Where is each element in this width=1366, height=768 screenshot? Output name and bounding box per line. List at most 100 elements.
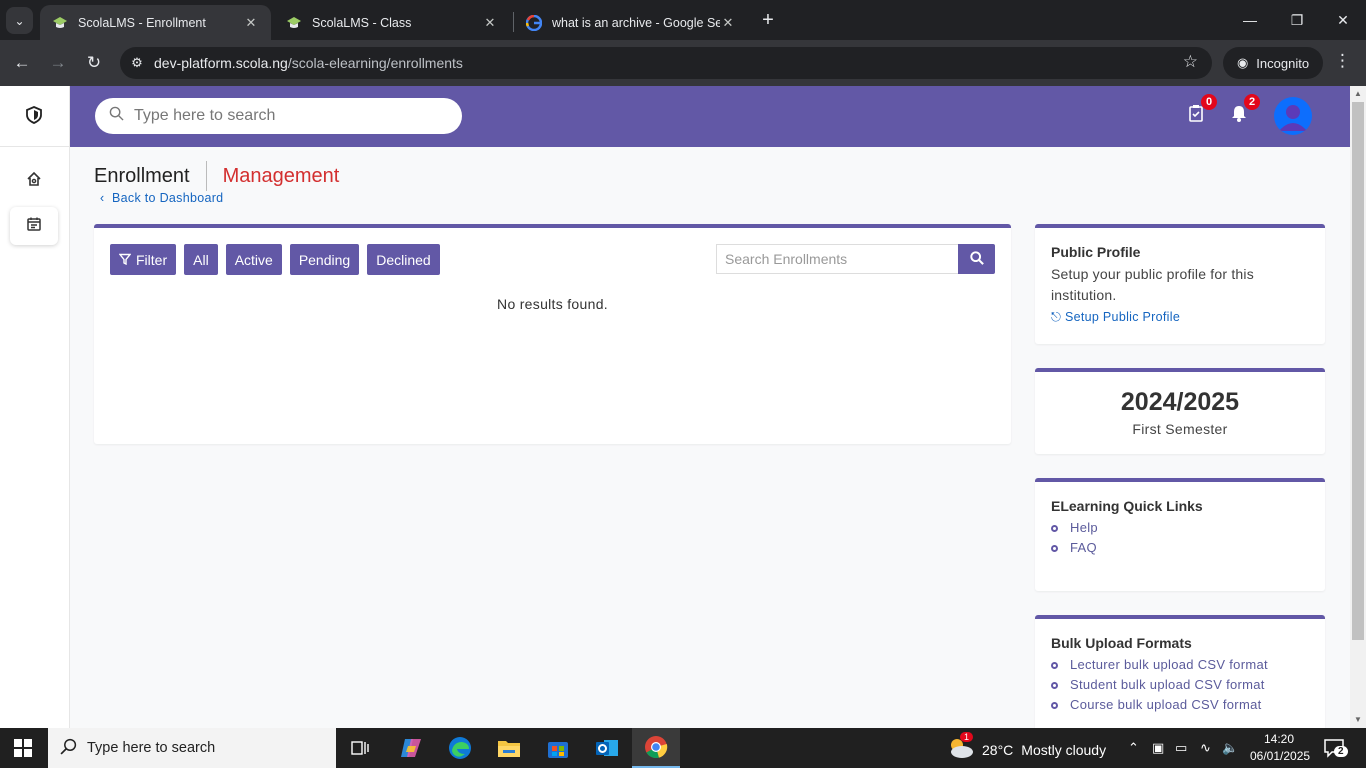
- weather-alert-badge: 1: [960, 732, 974, 742]
- session-year: 2024/2025: [1120, 388, 1240, 416]
- bulk-upload-list: Lecturer bulk upload CSV format Student …: [1051, 655, 1309, 715]
- empty-state-message: No results found.: [497, 296, 608, 312]
- enrollments-search-button[interactable]: [958, 244, 995, 274]
- session-term: First Semester: [1132, 421, 1228, 437]
- tab-google-search[interactable]: what is an archive - Google Search ✕: [514, 5, 748, 40]
- app-sidebar: [0, 86, 70, 728]
- tasks-button[interactable]: 0: [1185, 94, 1217, 126]
- course-csv-link[interactable]: Course bulk upload CSV format: [1051, 695, 1309, 715]
- sidebar-item-home[interactable]: [10, 162, 58, 200]
- scrollbar-thumb[interactable]: [1352, 102, 1364, 640]
- bullet-icon: [1051, 681, 1058, 689]
- close-icon[interactable]: ✕: [243, 15, 259, 31]
- quick-link-faq[interactable]: FAQ: [1051, 538, 1309, 558]
- browser-toolbar: ← → ↻ ⚙ dev-platform.scola.ng/scola-elea…: [0, 40, 1366, 86]
- filter-pending-button[interactable]: Pending: [289, 244, 360, 275]
- lecturer-csv-link[interactable]: Lecturer bulk upload CSV format: [1051, 655, 1309, 675]
- chevron-down-icon: ⌄: [14, 13, 25, 28]
- close-window-button[interactable]: ✕: [1331, 8, 1355, 32]
- weather-temperature: 28°C: [982, 741, 1014, 758]
- browser-menu-icon[interactable]: ⋮: [1334, 51, 1351, 71]
- copilot-icon[interactable]: [397, 734, 425, 762]
- filter-active-button[interactable]: Active: [225, 244, 282, 275]
- page-viewport: 0 2 Enrollment Management ‹ Back to Dash…: [0, 86, 1366, 728]
- filter-button[interactable]: Filter: [110, 244, 177, 275]
- notification-center-icon[interactable]: 2: [1324, 738, 1348, 761]
- bookmark-star-icon[interactable]: ☆: [1183, 52, 1198, 72]
- tab-enrollment[interactable]: ScolaLMS - Enrollment ✕: [40, 5, 271, 40]
- main-content: Enrollment Management ‹ Back to Dashboar…: [70, 147, 1350, 728]
- filter-funnel-icon: [118, 252, 132, 268]
- quick-links-card: ELearning Quick Links Help FAQ: [1035, 478, 1325, 591]
- new-tab-button[interactable]: +: [758, 10, 778, 30]
- back-button[interactable]: ←: [10, 51, 34, 75]
- calendar-icon: [26, 216, 42, 236]
- search-icon: [60, 738, 77, 759]
- quick-links-heading: ELearning Quick Links: [1051, 498, 1203, 514]
- student-csv-link[interactable]: Student bulk upload CSV format: [1051, 675, 1309, 695]
- notification-count-badge: 2: [1334, 746, 1348, 757]
- windows-start-icon[interactable]: [14, 739, 32, 757]
- clock-time: 14:20: [1263, 732, 1295, 746]
- bulk-upload-card: Bulk Upload Formats Lecturer bulk upload…: [1035, 615, 1325, 728]
- address-bar[interactable]: ⚙ dev-platform.scola.ng/scola-elearning/…: [120, 47, 1212, 79]
- incognito-badge[interactable]: ◉ Incognito: [1223, 47, 1323, 79]
- incognito-label: Incognito: [1256, 55, 1310, 71]
- notifications-badge: 2: [1244, 94, 1260, 110]
- volume-icon[interactable]: 🔈: [1222, 740, 1238, 756]
- global-search[interactable]: [95, 98, 462, 134]
- quick-link-help[interactable]: Help: [1051, 518, 1309, 538]
- scroll-down-arrow-icon[interactable]: ▼: [1350, 712, 1366, 728]
- enrollments-card: Filter All Active Pending Declined Searc…: [94, 224, 1011, 444]
- site-settings-icon[interactable]: ⚙: [120, 55, 154, 71]
- edge-icon[interactable]: [446, 734, 474, 762]
- url-text: dev-platform.scola.ng/scola-elearning/en…: [154, 55, 463, 71]
- file-explorer-icon[interactable]: [495, 734, 523, 762]
- sidebar-item-enrollment[interactable]: [10, 207, 58, 245]
- setup-public-profile-link[interactable]: ⎋ Setup Public Profile: [1051, 310, 1309, 325]
- browser-tab-strip: ⌄ ScolaLMS - Enrollment ✕ ScolaLMS - Cla…: [0, 0, 1366, 40]
- filter-all-button[interactable]: All: [184, 244, 218, 275]
- scola-favicon-icon: [52, 15, 68, 31]
- windows-taskbar: Type here to search 1 28°C Mostly cloudy…: [0, 728, 1366, 768]
- taskbar-search[interactable]: Type here to search: [48, 728, 336, 768]
- clipboard-check-icon: [1188, 105, 1204, 126]
- filter-declined-button[interactable]: Declined: [367, 244, 440, 275]
- close-icon[interactable]: ✕: [720, 15, 736, 31]
- scroll-up-arrow-icon[interactable]: ▲: [1350, 86, 1366, 102]
- reload-button[interactable]: ↻: [82, 51, 106, 75]
- battery-icon[interactable]: ▭: [1175, 740, 1187, 756]
- system-clock[interactable]: 14:20 06/01/2025: [1250, 731, 1311, 765]
- global-search-input[interactable]: [134, 107, 444, 125]
- enrollments-search-input[interactable]: Search Enrollments: [716, 244, 959, 274]
- page-title-secondary: Management: [222, 164, 340, 187]
- page-scrollbar[interactable]: ▲ ▼: [1350, 86, 1366, 728]
- wifi-icon[interactable]: ∿: [1200, 740, 1211, 756]
- task-view-icon[interactable]: [346, 734, 374, 762]
- bullet-icon: [1051, 661, 1058, 669]
- microsoft-store-icon[interactable]: [544, 734, 572, 762]
- tab-title: what is an archive - Google Search: [552, 15, 720, 30]
- app-header: 0 2: [70, 86, 1350, 147]
- meet-now-icon[interactable]: ▣: [1152, 740, 1164, 756]
- filter-bar: Filter All Active Pending Declined: [110, 244, 440, 275]
- home-icon: [26, 171, 42, 191]
- clock-date: 06/01/2025: [1250, 749, 1311, 763]
- forward-button[interactable]: →: [46, 51, 70, 75]
- bullet-icon: [1051, 524, 1058, 532]
- back-to-dashboard-link[interactable]: ‹ Back to Dashboard: [100, 191, 223, 205]
- weather-widget[interactable]: 1 28°C Mostly cloudy: [946, 732, 1106, 763]
- tab-class[interactable]: ScolaLMS - Class ✕: [274, 5, 510, 40]
- close-icon[interactable]: ✕: [482, 15, 498, 31]
- public-profile-heading: Public Profile: [1051, 244, 1141, 260]
- minimize-button[interactable]: —: [1238, 8, 1262, 32]
- chrome-icon[interactable]: [632, 728, 680, 768]
- scola-favicon-icon: [286, 15, 302, 31]
- maximize-button[interactable]: ❐: [1285, 8, 1309, 32]
- show-hidden-icons-chevron-icon[interactable]: ⌃: [1128, 740, 1139, 756]
- notifications-button[interactable]: 2: [1228, 94, 1260, 126]
- outlook-icon[interactable]: [593, 734, 621, 762]
- incognito-icon: ◉: [1236, 55, 1249, 70]
- user-avatar[interactable]: [1274, 97, 1312, 135]
- tab-search-button[interactable]: ⌄: [6, 7, 33, 34]
